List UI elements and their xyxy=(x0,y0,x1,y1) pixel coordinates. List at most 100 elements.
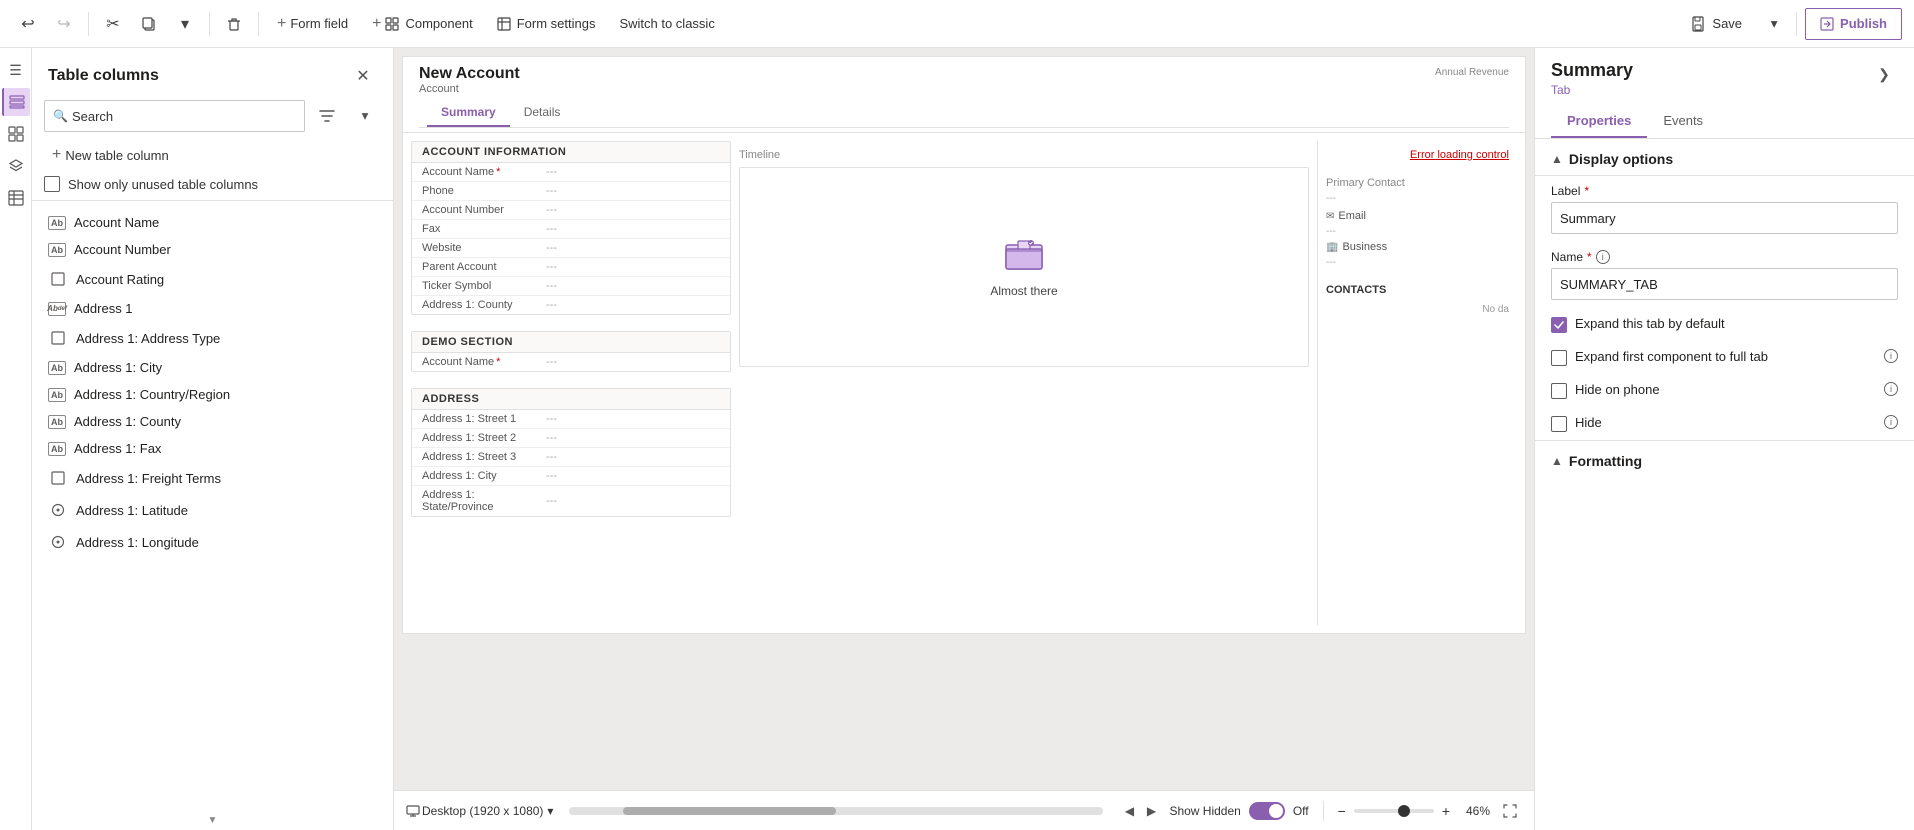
fit-to-screen-button[interactable] xyxy=(1498,799,1522,823)
cut-button[interactable]: ✂ xyxy=(97,8,129,40)
annual-revenue-label: Annual Revenue xyxy=(1435,67,1509,78)
desktop-selector-button[interactable]: Desktop (1920 x 1080) ▾ xyxy=(422,804,553,818)
label-input[interactable] xyxy=(1551,202,1898,234)
list-item[interactable]: Address 1: Address Type xyxy=(32,322,393,354)
canvas-scroll[interactable]: New Account Account Annual Revenue Summa… xyxy=(394,48,1534,790)
demo-section: Demo Section Account Name* --- xyxy=(411,331,731,372)
undo-button[interactable]: ↩ xyxy=(12,8,44,40)
show-unused-checkbox[interactable] xyxy=(44,176,60,192)
list-item-label: Address 1: Latitude xyxy=(76,503,188,518)
form-settings-button[interactable]: Form settings xyxy=(487,8,606,40)
form-header: New Account Account Annual Revenue Summa… xyxy=(403,57,1525,133)
bottom-separator xyxy=(1323,801,1324,821)
formatting-section[interactable]: ▲ Formatting xyxy=(1535,440,1914,477)
scroll-right-button[interactable]: ▶ xyxy=(1141,801,1161,821)
form-tab-details[interactable]: Details xyxy=(510,99,575,127)
rail-grid-button[interactable] xyxy=(2,120,30,148)
zoom-plus-button[interactable]: + xyxy=(1442,803,1450,819)
address-section-header: ADDRESS xyxy=(412,389,730,410)
filter-button[interactable] xyxy=(311,100,343,132)
list-item-label: Account Rating xyxy=(76,272,164,287)
rail-fields-button[interactable] xyxy=(2,88,30,116)
sidebar-close-button[interactable]: ✕ xyxy=(349,62,377,90)
email-contact-row: ✉ Email xyxy=(1326,208,1509,224)
list-item[interactable]: Address 1: Latitude xyxy=(32,494,393,526)
expand-tab-label: Expand this tab by default xyxy=(1575,316,1898,331)
list-item[interactable]: Ab Account Name xyxy=(32,209,393,236)
events-tab[interactable]: Events xyxy=(1647,105,1719,138)
paste-dropdown-button[interactable]: ▾ xyxy=(169,8,201,40)
expand-first-checkbox[interactable] xyxy=(1551,350,1567,366)
list-item[interactable]: Address 1: Freight Terms xyxy=(32,462,393,494)
right-panel-header: Summary Tab ❯ xyxy=(1535,48,1914,97)
component-button[interactable]: + Component xyxy=(362,8,483,40)
expand-first-info-icon[interactable]: i xyxy=(1884,349,1898,363)
name-info-icon[interactable]: i xyxy=(1596,250,1610,264)
field-row: Address 1: State/Province --- xyxy=(412,486,730,516)
scroll-left-button[interactable]: ◀ xyxy=(1119,801,1139,821)
field-type-icon-number xyxy=(48,532,68,552)
list-item[interactable]: Ab Address 1: City xyxy=(32,354,393,381)
form-body: ACCOUNT INFORMATION Account Name* --- Ph… xyxy=(403,133,1525,633)
list-item[interactable]: Ab Address 1: County xyxy=(32,408,393,435)
bottom-bar-right: Show Hidden Off − + 46% xyxy=(1169,799,1522,823)
field-row: Address 1: Street 1 --- xyxy=(412,410,730,429)
rail-menu-button[interactable]: ☰ xyxy=(2,56,30,84)
list-item[interactable]: Abdef Address 1 xyxy=(32,295,393,322)
list-item-label: Address 1: Fax xyxy=(74,441,161,456)
account-info-section: ACCOUNT INFORMATION Account Name* --- Ph… xyxy=(411,141,731,315)
display-options-section[interactable]: ▲ Display options xyxy=(1535,139,1914,176)
toolbar-separator-3 xyxy=(258,12,259,36)
search-input[interactable] xyxy=(72,109,296,124)
sidebar-list: Ab Account Name Ab Account Number Accoun… xyxy=(32,205,393,811)
name-input[interactable] xyxy=(1551,268,1898,300)
field-row: Account Name* --- xyxy=(412,163,730,182)
list-item-label: Address 1: City xyxy=(74,360,162,375)
properties-tab[interactable]: Properties xyxy=(1551,105,1647,138)
form-preview: New Account Account Annual Revenue Summa… xyxy=(402,56,1526,634)
redo-button[interactable]: ↪ xyxy=(48,8,80,40)
list-item[interactable]: Ab Account Number xyxy=(32,236,393,263)
new-table-column-button[interactable]: + New table column xyxy=(44,142,177,168)
hide-phone-checkbox[interactable] xyxy=(1551,383,1567,399)
save-dropdown-button[interactable]: ▾ xyxy=(1760,8,1788,40)
copy-button[interactable] xyxy=(133,8,165,40)
hide-phone-info-icon[interactable]: i xyxy=(1884,382,1898,396)
rail-table-button[interactable] xyxy=(2,184,30,212)
field-row: Address 1: City --- xyxy=(412,467,730,486)
list-item[interactable]: Address 1: Longitude xyxy=(32,526,393,558)
canvas-scrollbar[interactable] xyxy=(569,807,1103,815)
list-item[interactable]: Ab Address 1: Fax xyxy=(32,435,393,462)
list-item[interactable]: Account Rating xyxy=(32,263,393,295)
form-field-button[interactable]: + Form field xyxy=(267,8,358,40)
right-panel-title-group: Summary Tab xyxy=(1551,60,1633,97)
name-field-row: Name * i xyxy=(1535,242,1914,308)
toolbar-separator-1 xyxy=(88,12,89,36)
save-button[interactable]: Save xyxy=(1676,8,1756,40)
right-panel-expand-button[interactable]: ❯ xyxy=(1870,60,1898,88)
hide-label: Hide xyxy=(1575,415,1876,430)
error-loading-link[interactable]: Error loading control xyxy=(1410,149,1509,161)
label-field-row: Label * xyxy=(1535,176,1914,242)
delete-button[interactable] xyxy=(218,8,250,40)
sidebar-actions: + New table column xyxy=(32,142,393,176)
zoom-slider[interactable] xyxy=(1354,809,1434,813)
show-hidden-toggle[interactable] xyxy=(1249,802,1285,820)
expand-tab-checkbox[interactable] xyxy=(1551,317,1567,333)
hide-info-icon[interactable]: i xyxy=(1884,415,1898,429)
zoom-minus-button[interactable]: − xyxy=(1338,803,1346,819)
center-canvas: New Account Account Annual Revenue Summa… xyxy=(394,48,1534,830)
list-item[interactable]: Ab Address 1: Country/Region xyxy=(32,381,393,408)
sort-dropdown-button[interactable]: ▾ xyxy=(349,100,381,132)
form-tab-summary[interactable]: Summary xyxy=(427,99,510,127)
switch-classic-button[interactable]: Switch to classic xyxy=(609,8,724,40)
field-type-icon-text: Ab xyxy=(48,361,66,375)
monitor-icon xyxy=(406,804,420,818)
publish-button[interactable]: Publish xyxy=(1805,8,1902,40)
field-type-icon-select xyxy=(48,328,68,348)
rail-layers-button[interactable] xyxy=(2,152,30,180)
field-row: Ticker Symbol --- xyxy=(412,277,730,296)
hide-checkbox[interactable] xyxy=(1551,416,1567,432)
list-item-label: Address 1 xyxy=(74,301,133,316)
list-item-label: Address 1: Address Type xyxy=(76,331,220,346)
